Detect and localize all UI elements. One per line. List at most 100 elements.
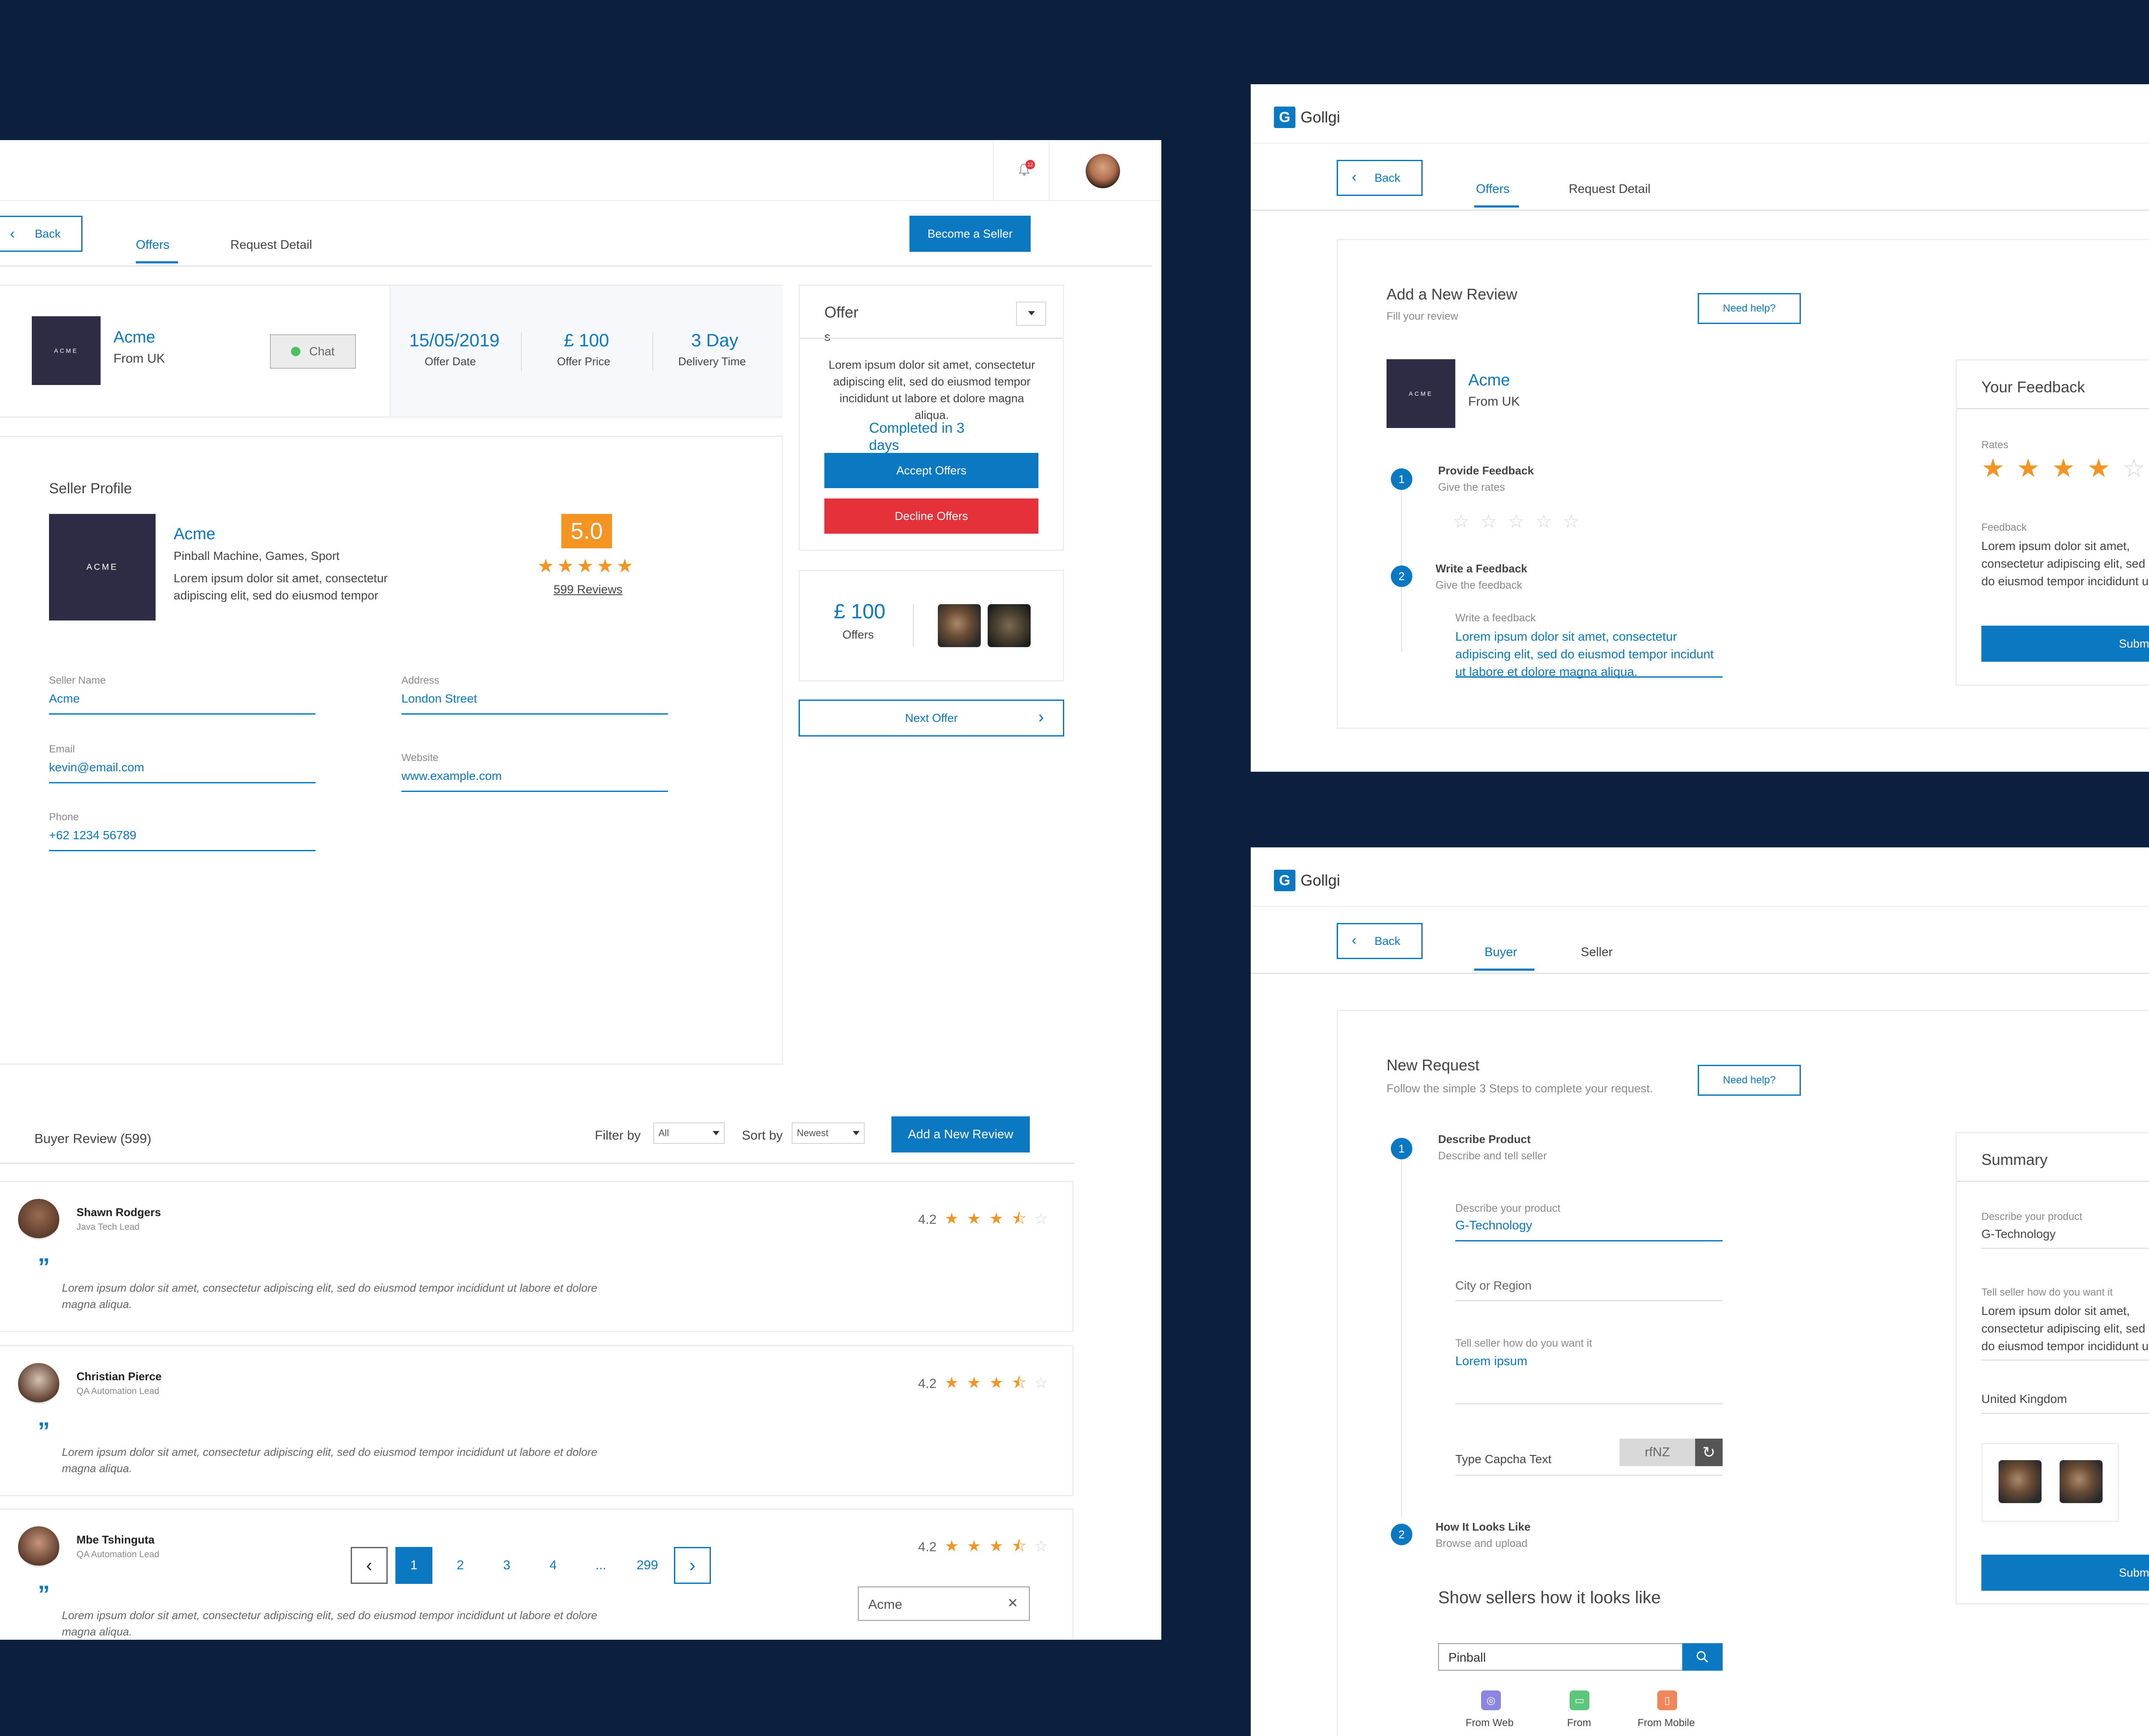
tab-offers-underline bbox=[136, 261, 178, 263]
product-input[interactable]: G-Technology bbox=[1455, 1219, 1532, 1233]
chevron-right-icon: › bbox=[1038, 708, 1044, 727]
city-input[interactable]: City or Region bbox=[1455, 1279, 1531, 1293]
tell-seller-input[interactable]: Lorem ipsum bbox=[1455, 1354, 1528, 1369]
submit-button[interactable]: Submit bbox=[1981, 1555, 2149, 1591]
tab-request-detail[interactable]: Request Detail bbox=[230, 238, 312, 252]
close-icon[interactable]: × bbox=[1008, 1593, 1018, 1613]
image-search-input[interactable]: Pinball bbox=[1438, 1643, 1683, 1671]
monitor-icon[interactable]: ▭ bbox=[1570, 1690, 1589, 1710]
pagination-prev-button[interactable]: ‹ bbox=[351, 1547, 388, 1584]
brand-name[interactable]: Gollgi bbox=[1301, 871, 1340, 889]
write-feedback-input[interactable]: Lorem ipsum dolor sit amet, consectetur … bbox=[1455, 628, 1726, 682]
back-button[interactable]: ‹ Back bbox=[0, 216, 83, 252]
search-icon bbox=[1696, 1651, 1708, 1663]
source-web-label[interactable]: From Web bbox=[1466, 1717, 1514, 1729]
email-value[interactable]: kevin@email.com bbox=[49, 761, 144, 774]
offer-subtitle: s bbox=[824, 330, 830, 343]
offer-photo-thumbnail[interactable] bbox=[938, 604, 981, 647]
summary-product-underline bbox=[1981, 1248, 2149, 1249]
reviewer-name[interactable]: Shawn Rodgers bbox=[77, 1206, 161, 1219]
chevron-left-icon: ‹ bbox=[366, 1555, 373, 1576]
need-help-button[interactable]: Need help? bbox=[1698, 1065, 1801, 1096]
reviewer-name[interactable]: Mbe Tshinguta bbox=[77, 1533, 155, 1547]
decline-offers-button[interactable]: Decline Offers bbox=[824, 498, 1038, 534]
accept-offers-button[interactable]: Accept Offers bbox=[824, 453, 1038, 488]
tab-request-detail[interactable]: Request Detail bbox=[1569, 182, 1650, 196]
become-seller-button[interactable]: Become a Seller bbox=[909, 216, 1031, 252]
chat-button[interactable]: Chat bbox=[270, 334, 356, 369]
summary-tell-value: Lorem ipsum dolor sit amet, consectetur … bbox=[1981, 1304, 2149, 1353]
user-avatar[interactable] bbox=[1086, 154, 1120, 188]
stat-divider bbox=[521, 333, 522, 371]
next-offer-button[interactable]: Next Offer › bbox=[799, 700, 1064, 737]
submit-button[interactable]: Submit bbox=[1981, 626, 2149, 662]
star-outline-icon[interactable]: ☆ bbox=[1535, 512, 1552, 531]
tab-offers[interactable]: Offers bbox=[1476, 182, 1509, 196]
offer-photo-thumbnail[interactable] bbox=[988, 604, 1031, 647]
pagination-page[interactable]: 1 bbox=[395, 1547, 432, 1584]
globe-icon[interactable]: ◎ bbox=[1481, 1690, 1501, 1710]
reviews-link[interactable]: 599 Reviews bbox=[554, 583, 622, 596]
phone-value[interactable]: +62 1234 56789 bbox=[49, 828, 136, 842]
step1-title: Provide Feedback bbox=[1438, 464, 1534, 477]
star-icon: ★ bbox=[945, 1210, 959, 1227]
star-outline-icon[interactable]: ☆ bbox=[1480, 512, 1497, 531]
website-label: Website bbox=[401, 752, 439, 764]
back-button[interactable]: ‹ Back bbox=[1337, 923, 1423, 959]
pagination-page[interactable]: 2 bbox=[442, 1547, 479, 1584]
pagination-page[interactable]: 4 bbox=[535, 1547, 572, 1584]
star-outline-icon[interactable]: ☆ bbox=[1453, 512, 1469, 531]
mobile-icon[interactable]: ▯ bbox=[1657, 1690, 1677, 1710]
brand-bar bbox=[1251, 847, 2149, 907]
summary-photo-thumbnail[interactable] bbox=[2060, 1460, 2103, 1503]
summary-photo-thumbnail[interactable] bbox=[1999, 1460, 2042, 1503]
pagination-next-button[interactable]: › bbox=[674, 1547, 711, 1584]
caret-down-icon bbox=[713, 1131, 719, 1135]
acme-logo: ACME bbox=[32, 316, 101, 385]
step2-title: Write a Feedback bbox=[1436, 562, 1528, 575]
acme-logo: ACME bbox=[1387, 359, 1455, 428]
pagination-page[interactable]: 3 bbox=[488, 1547, 525, 1584]
website-value[interactable]: www.example.com bbox=[401, 769, 502, 783]
tab-buyer[interactable]: Buyer bbox=[1485, 945, 1517, 960]
add-review-button[interactable]: Add a New Review bbox=[891, 1116, 1030, 1152]
back-button[interactable]: ‹ Back bbox=[1337, 160, 1423, 196]
offers-price-value: £ 100 bbox=[834, 600, 886, 623]
brand-name[interactable]: Gollgi bbox=[1301, 108, 1340, 126]
profile-name[interactable]: Acme bbox=[174, 525, 215, 544]
sort-select[interactable]: Newest bbox=[792, 1122, 865, 1144]
phone-underline bbox=[49, 850, 315, 851]
rating-input[interactable]: ☆ ☆ ☆ ☆ ☆ bbox=[1453, 512, 1590, 534]
tab-offers[interactable]: Offers bbox=[136, 238, 169, 252]
tab-seller[interactable]: Seller bbox=[1581, 945, 1613, 960]
need-help-button[interactable]: Need help? bbox=[1698, 293, 1801, 324]
reviewer-name[interactable]: Christian Pierce bbox=[77, 1370, 162, 1383]
seller-name[interactable]: Acme bbox=[1468, 371, 1510, 390]
quote-icon: ” bbox=[38, 1417, 50, 1444]
main-panel: 12 ‹ Back Offers Request Detail Become a… bbox=[0, 140, 1161, 1640]
step-number: 1 bbox=[1391, 468, 1412, 490]
source-mobile-label[interactable]: From Mobile bbox=[1638, 1717, 1695, 1729]
pagination-ellipsis: ... bbox=[595, 1558, 606, 1572]
star-outline-icon[interactable]: ☆ bbox=[1508, 512, 1525, 531]
pagination-page[interactable]: 299 bbox=[628, 1547, 667, 1584]
address-value[interactable]: London Street bbox=[401, 692, 477, 706]
chevron-left-icon: ‹ bbox=[10, 226, 15, 242]
refresh-icon[interactable]: ↻ bbox=[1695, 1439, 1723, 1466]
offer-title: Offer bbox=[824, 303, 859, 321]
star-half-icon: ⯪ bbox=[1012, 1210, 1027, 1227]
feedback-text: Lorem ipsum dolor sit amet, consectetur … bbox=[1981, 539, 2149, 588]
star-outline-icon: ☆ bbox=[2122, 454, 2146, 483]
seller-name-value[interactable]: Acme bbox=[49, 692, 80, 706]
star-outline-icon[interactable]: ☆ bbox=[1563, 512, 1580, 531]
offer-dropdown[interactable] bbox=[1016, 302, 1046, 326]
filter-select[interactable]: All bbox=[653, 1122, 725, 1144]
search-chip[interactable]: Acme × bbox=[858, 1586, 1030, 1621]
seller-name[interactable]: Acme bbox=[113, 328, 155, 347]
source-computer-label[interactable]: From bbox=[1567, 1717, 1591, 1729]
review-text: Lorem ipsum dolor sit amet, consectetur … bbox=[62, 1446, 597, 1475]
summary-country: United Kingdom bbox=[1981, 1392, 2067, 1406]
star-icon: ★ bbox=[557, 556, 574, 577]
captcha-underline bbox=[1455, 1475, 1723, 1476]
search-button[interactable] bbox=[1682, 1643, 1723, 1671]
